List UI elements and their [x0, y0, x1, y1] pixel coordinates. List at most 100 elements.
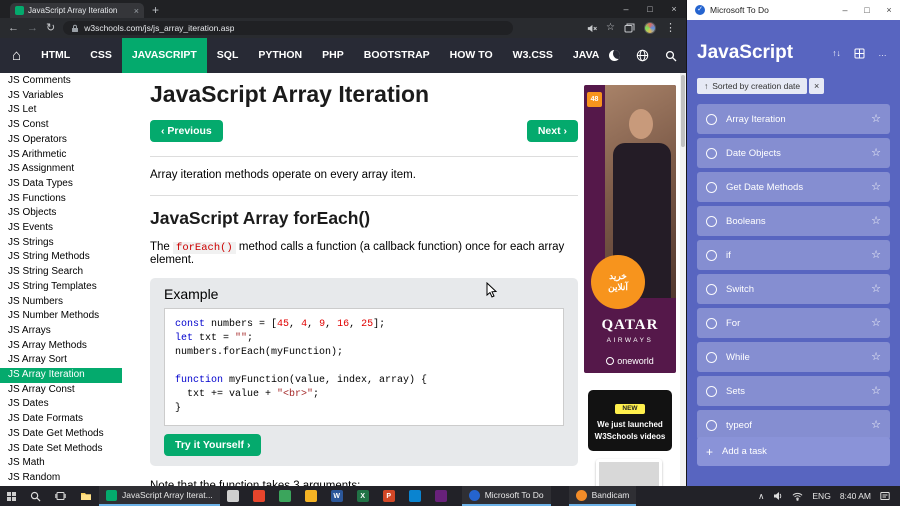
- nav-item[interactable]: SQL: [207, 38, 249, 73]
- previous-button[interactable]: ‹ Previous: [150, 120, 223, 142]
- new-tab-button[interactable]: +: [152, 4, 159, 16]
- sidebar-item[interactable]: JS Date Get Methods: [0, 427, 122, 442]
- taskbar-app-browser[interactable]: JavaScript Array Iterat...: [99, 486, 220, 506]
- task-checkbox[interactable]: [706, 317, 717, 329]
- taskbar-pinned-app[interactable]: [246, 486, 272, 506]
- dark-mode-icon[interactable]: [609, 50, 621, 61]
- sort-chip-close-icon[interactable]: ×: [809, 78, 825, 94]
- sidebar-item[interactable]: JS Dates: [0, 397, 122, 412]
- add-task-button[interactable]: + Add a task: [697, 437, 890, 466]
- sidebar-item[interactable]: JS Array Methods: [0, 339, 122, 354]
- task-view-icon[interactable]: [48, 486, 73, 506]
- taskbar-search-icon[interactable]: [23, 486, 48, 506]
- nav-item[interactable]: BOOTSTRAP: [354, 38, 440, 73]
- maximize-button[interactable]: □: [638, 0, 662, 18]
- sidebar-item[interactable]: JS String Methods: [0, 250, 122, 265]
- sidebar-item[interactable]: JS Array Sort: [0, 353, 122, 368]
- sidebar-item[interactable]: JS Operators: [0, 133, 122, 148]
- task-item[interactable]: typeof ☆: [697, 410, 890, 440]
- sidebar-item[interactable]: JS Const: [0, 118, 122, 133]
- taskbar-pinned-app[interactable]: [298, 486, 324, 506]
- taskbar-pinned-app[interactable]: X: [350, 486, 376, 506]
- language-globe-icon[interactable]: [636, 49, 649, 62]
- task-star-icon[interactable]: ☆: [871, 385, 881, 397]
- action-center-icon[interactable]: [880, 491, 890, 501]
- browser-tab[interactable]: JavaScript Array Iteration ×: [10, 3, 144, 18]
- todo-maximize-button[interactable]: □: [856, 0, 878, 20]
- task-checkbox[interactable]: [706, 249, 717, 261]
- taskbar-pinned-app[interactable]: W: [324, 486, 350, 506]
- nav-item[interactable]: JAVA: [563, 38, 609, 73]
- sidebar-item[interactable]: JS Array Const: [0, 383, 122, 398]
- task-item[interactable]: Date Objects ☆: [697, 138, 890, 168]
- profile-avatar[interactable]: [644, 22, 656, 34]
- sidebar-item[interactable]: JS Functions: [0, 192, 122, 207]
- file-explorer-icon[interactable]: [73, 486, 99, 506]
- browser-menu-icon[interactable]: ⋮: [665, 22, 676, 34]
- sidebar-item[interactable]: JS Assignment: [0, 162, 122, 177]
- task-star-icon[interactable]: ☆: [871, 249, 881, 261]
- tray-chevron-icon[interactable]: ∧: [758, 491, 764, 502]
- taskbar-pinned-app[interactable]: P: [376, 486, 402, 506]
- sidebar-item[interactable]: JS Number Methods: [0, 309, 122, 324]
- next-button[interactable]: Next ›: [526, 120, 578, 142]
- sidebar-item[interactable]: JS Arrays: [0, 324, 122, 339]
- task-item[interactable]: Array Iteration ☆: [697, 104, 890, 134]
- ad-thumbnail-card[interactable]: [596, 459, 662, 486]
- favorites-star-icon[interactable]: ☆: [606, 23, 615, 33]
- todo-more-icon[interactable]: …: [875, 46, 890, 61]
- sidebar-item[interactable]: JS Math: [0, 456, 122, 471]
- sidebar-item[interactable]: JS Events: [0, 221, 122, 236]
- todo-close-button[interactable]: ×: [878, 0, 900, 20]
- sidebar-item[interactable]: JS Numbers: [0, 295, 122, 310]
- tray-language[interactable]: ENG: [812, 491, 830, 501]
- task-item[interactable]: Booleans ☆: [697, 206, 890, 236]
- task-checkbox[interactable]: [706, 215, 717, 227]
- taskbar-app-todo[interactable]: Microsoft To Do: [461, 486, 551, 506]
- mute-speaker-icon[interactable]: [586, 23, 597, 34]
- sort-direction-icon[interactable]: ↑: [704, 81, 708, 91]
- task-item[interactable]: Sets ☆: [697, 376, 890, 406]
- sidebar-item[interactable]: JS Date Set Methods: [0, 442, 122, 457]
- tray-clock[interactable]: 8:40 AM: [840, 491, 871, 501]
- task-star-icon[interactable]: ☆: [871, 419, 881, 431]
- task-checkbox[interactable]: [706, 419, 717, 431]
- nav-item[interactable]: PHP: [312, 38, 354, 73]
- sidebar-item[interactable]: JS Strings: [0, 236, 122, 251]
- url-box[interactable]: w3schools.com/js/js_array_iteration.asp: [63, 21, 514, 35]
- sidebar-item[interactable]: JS Random: [0, 471, 122, 486]
- minimize-button[interactable]: –: [614, 0, 638, 18]
- task-star-icon[interactable]: ☆: [871, 317, 881, 329]
- sidebar-item[interactable]: JS Comments: [0, 74, 122, 89]
- task-star-icon[interactable]: ☆: [871, 351, 881, 363]
- taskbar-pinned-app[interactable]: [402, 486, 428, 506]
- sidebar-item[interactable]: JS String Search: [0, 265, 122, 280]
- nav-item[interactable]: PYTHON: [248, 38, 312, 73]
- nav-item[interactable]: W3.CSS: [503, 38, 563, 73]
- task-item[interactable]: if ☆: [697, 240, 890, 270]
- task-checkbox[interactable]: [706, 283, 717, 295]
- sidebar-item[interactable]: JS Arithmetic: [0, 148, 122, 163]
- nav-item[interactable]: HTML: [31, 38, 80, 73]
- try-it-button[interactable]: Try it Yourself ›: [164, 434, 262, 456]
- sidebar-item[interactable]: JS Variables: [0, 89, 122, 104]
- tab-close-icon[interactable]: ×: [134, 6, 139, 16]
- nav-item[interactable]: CSS: [80, 38, 122, 73]
- nav-item[interactable]: JAVASCRIPT: [121, 38, 207, 73]
- task-item[interactable]: Get Date Methods ☆: [697, 172, 890, 202]
- task-star-icon[interactable]: ☆: [871, 215, 881, 227]
- taskbar-app-bandicam[interactable]: Bandicam: [568, 486, 637, 506]
- task-item[interactable]: Switch ☆: [697, 274, 890, 304]
- task-star-icon[interactable]: ☆: [871, 113, 881, 125]
- close-button[interactable]: ×: [662, 0, 686, 18]
- reload-icon[interactable]: ↻: [46, 22, 55, 34]
- sidebar-item[interactable]: JS String Templates: [0, 280, 122, 295]
- task-checkbox[interactable]: [706, 385, 717, 397]
- search-icon[interactable]: [665, 50, 677, 62]
- sidebar-item[interactable]: JS Let: [0, 103, 122, 118]
- scrollbar-thumb[interactable]: [681, 75, 685, 147]
- task-item[interactable]: For ☆: [697, 308, 890, 338]
- taskbar-pinned-app[interactable]: [220, 486, 246, 506]
- collections-icon[interactable]: [624, 23, 635, 33]
- task-checkbox[interactable]: [706, 351, 717, 363]
